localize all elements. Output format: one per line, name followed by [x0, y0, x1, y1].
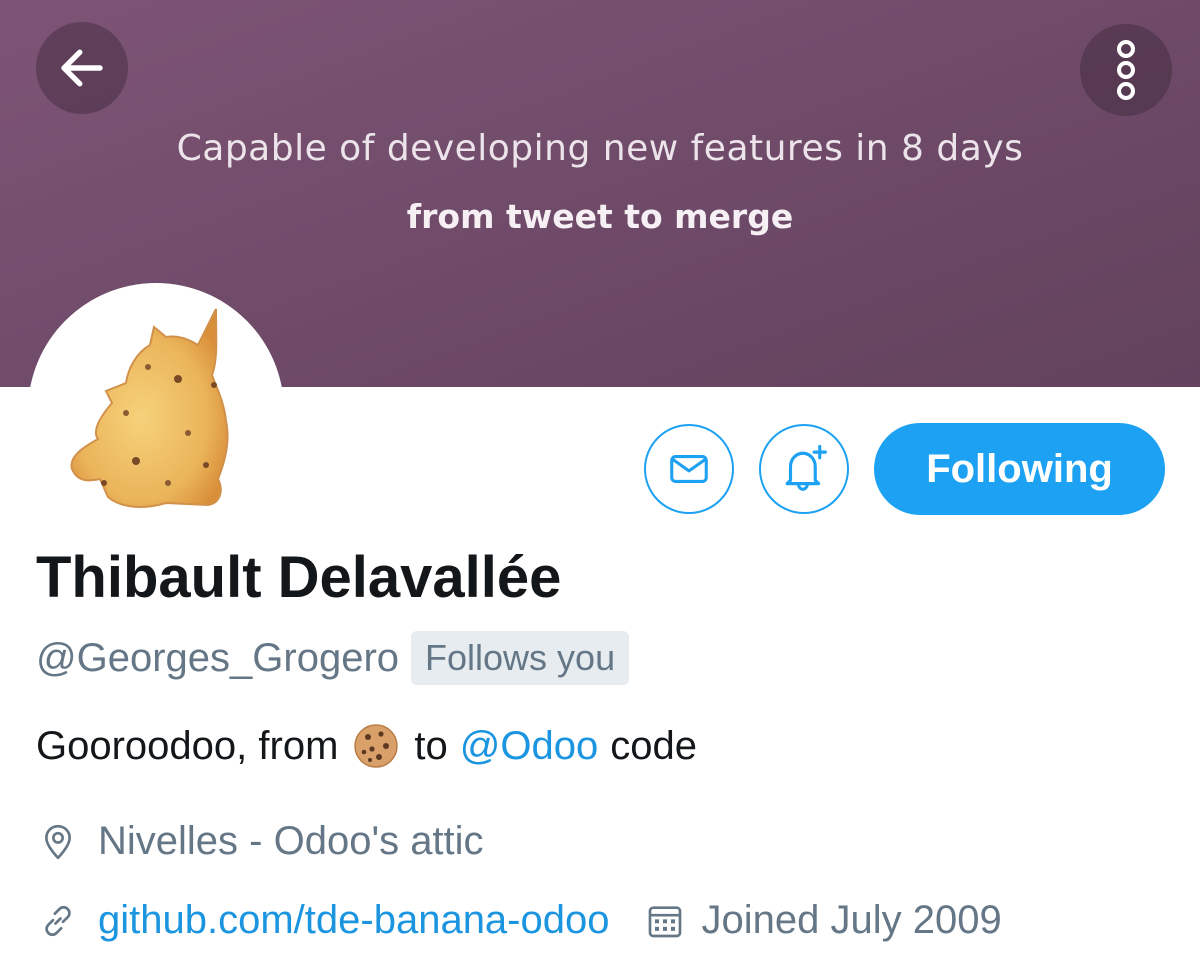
- unicorn-cookie-avatar: [70, 308, 229, 508]
- profile-handle: @Georges_Grogero: [36, 635, 400, 680]
- banner-text-line2: from tweet to merge: [406, 197, 794, 236]
- cookie-emoji: [352, 722, 400, 770]
- profile-name: Thibault Delavallée: [36, 545, 562, 610]
- bio-text-suffix: code: [610, 723, 697, 768]
- bell-plus-icon: [785, 444, 827, 491]
- website-link[interactable]: github.com/tde-banana-odoo: [98, 898, 609, 943]
- location-pin-icon: [36, 820, 80, 864]
- arrow-left-icon: [61, 49, 103, 87]
- bio-text-prefix: Gooroodoo, from: [36, 723, 339, 768]
- link-joined-row: github.com/tde-banana-odoo Joined July 2…: [36, 898, 1002, 943]
- link-icon: [36, 899, 80, 943]
- follows-you-badge: Follows you: [411, 631, 630, 685]
- location-row: Nivelles - Odoo's attic: [36, 819, 484, 864]
- banner-text-line1: Capable of developing new features in 8 …: [176, 128, 1024, 169]
- profile-bio: Gooroodoo, from to @Odoo code: [36, 722, 697, 770]
- avatar[interactable]: [28, 283, 284, 539]
- notifications-button[interactable]: [759, 424, 849, 514]
- calendar-icon: [643, 899, 687, 943]
- more-options-button[interactable]: [1080, 24, 1172, 116]
- joined-date: Joined July 2009: [701, 898, 1002, 942]
- vertical-ellipsis-icon: [1117, 40, 1135, 100]
- message-button[interactable]: [644, 424, 734, 514]
- handle-row: @Georges_Grogero Follows you: [36, 630, 630, 686]
- following-button[interactable]: Following: [874, 423, 1165, 515]
- bio-text-middle: to: [414, 723, 448, 768]
- back-button[interactable]: [36, 22, 128, 114]
- envelope-icon: [670, 455, 708, 483]
- location-text: Nivelles - Odoo's attic: [98, 819, 484, 863]
- bio-mention-link[interactable]: @Odoo: [460, 724, 598, 769]
